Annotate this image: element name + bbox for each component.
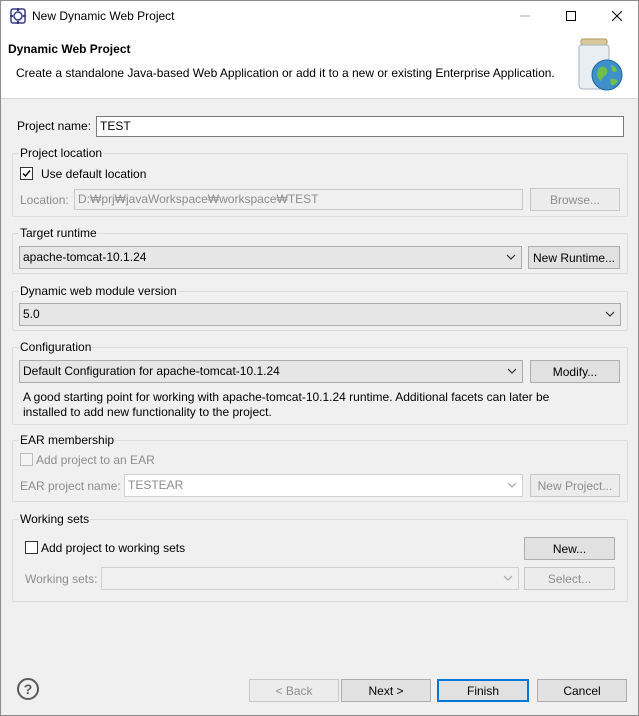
new-ear-project-button[interactable]: New Project... (530, 474, 620, 497)
use-default-location-checkbox[interactable] (20, 167, 33, 180)
maximize-icon (566, 11, 576, 21)
working-sets-title: Working sets (19, 512, 91, 526)
working-sets-select[interactable] (101, 567, 519, 590)
chevron-down-icon (503, 575, 513, 581)
project-name-input[interactable]: TEST (96, 116, 624, 137)
project-location-title: Project location (19, 146, 104, 160)
add-to-working-sets-label: Add project to working sets (41, 541, 186, 555)
add-to-ear-checkbox[interactable] (20, 453, 33, 466)
ear-project-name-value: TESTEAR (128, 478, 184, 492)
chevron-down-icon (605, 311, 615, 317)
minimize-icon (520, 15, 530, 17)
working-sets-label: Working sets: (25, 572, 98, 586)
title-bar: New Dynamic Web Project (1, 1, 638, 31)
use-default-location-label: Use default location (41, 167, 147, 181)
next-button[interactable]: Next > (341, 679, 431, 702)
add-to-ear-label: Add project to an EAR (36, 453, 155, 467)
jar-globe-icon (578, 38, 623, 91)
add-to-working-sets-checkbox[interactable] (25, 541, 38, 554)
location-label: Location: (20, 193, 69, 207)
finish-button[interactable]: Finish (437, 679, 529, 702)
dialog-window: New Dynamic Web Project Dynamic Web Proj… (0, 0, 639, 716)
cancel-button[interactable]: Cancel (537, 679, 627, 702)
checkmark-icon (22, 170, 31, 178)
module-version-value: 5.0 (23, 307, 40, 321)
page-description: Create a standalone Java-based Web Appli… (16, 66, 555, 80)
module-version-select[interactable]: 5.0 (19, 303, 621, 326)
ear-project-name-label: EAR project name: (20, 479, 121, 493)
help-icon[interactable]: ? (17, 678, 39, 700)
close-button[interactable] (594, 1, 639, 31)
close-icon (612, 11, 622, 21)
target-runtime-select[interactable]: apache-tomcat-10.1.24 (19, 246, 522, 269)
project-name-label: Project name: (17, 119, 92, 133)
location-input[interactable]: D:₩prj₩javaWorkspace₩workspace₩TEST (74, 189, 523, 210)
chevron-down-icon (507, 482, 517, 488)
window-title: New Dynamic Web Project (32, 9, 175, 23)
maximize-button[interactable] (548, 1, 594, 31)
select-working-sets-button[interactable]: Select... (524, 567, 615, 590)
module-version-title: Dynamic web module version (19, 284, 178, 298)
configuration-description-line2: installed to add new functionality to th… (23, 405, 272, 419)
chevron-down-icon (506, 254, 516, 260)
page-title: Dynamic Web Project (8, 42, 131, 56)
target-runtime-title: Target runtime (19, 226, 98, 240)
ear-project-name-select[interactable]: TESTEAR (124, 474, 523, 497)
minimize-button[interactable] (502, 1, 548, 31)
eclipse-icon (10, 8, 26, 24)
configuration-title: Configuration (19, 340, 93, 354)
back-button[interactable]: < Back (249, 679, 339, 702)
configuration-description-line1: A good starting point for working with a… (23, 390, 550, 404)
chevron-down-icon (507, 368, 517, 374)
header-banner: Dynamic Web Project Create a standalone … (1, 31, 638, 99)
browse-button[interactable]: Browse... (530, 188, 620, 211)
new-working-set-button[interactable]: New... (524, 537, 615, 560)
modify-button[interactable]: Modify... (530, 360, 620, 383)
target-runtime-value: apache-tomcat-10.1.24 (23, 250, 147, 264)
ear-membership-title: EAR membership (19, 433, 116, 447)
configuration-select[interactable]: Default Configuration for apache-tomcat-… (19, 360, 523, 383)
configuration-value: Default Configuration for apache-tomcat-… (23, 364, 280, 378)
new-runtime-button[interactable]: New Runtime... (528, 246, 620, 269)
